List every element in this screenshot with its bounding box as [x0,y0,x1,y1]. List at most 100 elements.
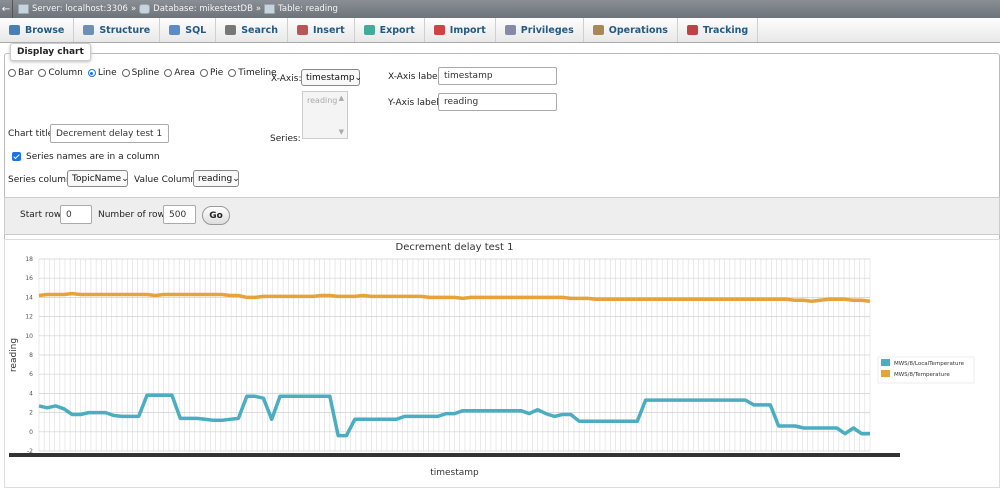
x-axis-label-input[interactable]: timestamp [438,67,557,85]
legend-swatch [881,370,890,377]
export-icon [363,25,375,35]
scroll-down-icon[interactable]: ▼ [339,128,344,136]
sql-icon [169,25,181,35]
tab-structure[interactable]: Structure [74,18,161,42]
tab-import[interactable]: Import [425,18,496,42]
radio-label-line[interactable]: Line [98,68,117,78]
value-column-select[interactable]: reading ⌄ [193,170,240,187]
x-axis-title: timestamp [430,468,479,478]
chevron-down-icon: ⌄ [121,173,129,184]
scroll-up-icon[interactable]: ▲ [339,94,344,102]
y-tick-label: 10 [25,333,33,340]
radio-spline[interactable] [121,69,130,77]
chevron-down-icon: ⌄ [354,72,363,83]
tab-label: Privileges [520,24,574,36]
tab-label: Operations [608,24,668,36]
tab-sql[interactable]: SQL [160,18,217,42]
x-axis-label: X-Axis: [271,74,302,84]
tab-bar: Browse Structure SQL Search Insert Export Impo… [0,18,1000,43]
browse-icon [9,25,20,35]
tracking-icon [686,25,698,35]
y-axis-label-field-label: Y-Axis label: [388,98,442,108]
tab-export[interactable]: Export [355,18,425,42]
number-of-rows-input[interactable]: 500 [163,205,196,224]
y-tick-label: 12 [25,314,33,321]
breadcrumb-database[interactable]: Database: mikestestDB [153,4,253,14]
server-icon [18,4,29,14]
tab-label: Browse [25,24,65,36]
y-tick-label: 18 [25,256,33,263]
chart-title-label: Chart title: [8,129,57,139]
series-label: Series: [270,134,301,144]
line-chart: -2024681012141618Decrement delay test 1t… [4,239,1000,488]
y-tick-label: 14 [25,294,33,301]
radio-label-pie[interactable]: Pie [210,68,223,78]
y-tick-label: 6 [29,371,33,378]
collapse-icon[interactable]: ← [0,0,13,18]
radio-label-column[interactable]: Column [48,68,82,78]
tab-label: Export [379,24,415,36]
x-axis-select-value: timestamp [306,72,355,83]
radio-line[interactable] [87,69,96,77]
radio-area[interactable] [164,69,173,77]
operations-icon [592,25,604,35]
breadcrumb-table[interactable]: Table: reading [278,4,338,14]
insert-icon [297,25,308,35]
y-tick-label: 2 [29,410,33,417]
tab-privileges[interactable]: Privileges [496,18,584,42]
x-tick-labels-band [9,453,900,457]
tab-browse[interactable]: Browse [0,18,75,42]
breadcrumb-bar: ← Server: localhost:3306 » Database: mik… [0,0,1000,18]
radio-bar[interactable] [8,69,16,77]
legend-label: MWS/8/Temperature [894,372,950,378]
tab-insert[interactable]: Insert [288,18,355,42]
radio-label-bar[interactable]: Bar [18,68,33,78]
series-in-column-checkbox[interactable] [12,152,21,161]
series-column-select[interactable]: TopicName ⌄ [67,170,129,187]
radio-column[interactable] [38,69,47,77]
series-column-value: TopicName [72,173,122,184]
y-tick-label: 0 [29,429,33,436]
y-axis-label-input[interactable]: reading [438,93,557,111]
chart-container: -2 0 2 4 6 8 10 12 14 16 18 Decrement delay test 1t… [4,239,1000,488]
import-icon [433,25,445,35]
chart-title-input[interactable]: Decrement delay test 1 [50,124,169,143]
radio-label-spline[interactable]: Spline [132,68,160,78]
chevron-down-icon: ⌄ [232,173,240,184]
go-button[interactable]: Go [202,206,230,225]
series-select[interactable]: reading ▲ ▼ [302,91,348,139]
privileges-icon [504,25,516,35]
chart-title: Decrement delay test 1 [396,242,514,253]
x-axis-label-field-label: X-Axis label: [388,72,444,82]
value-column-value: reading [198,173,233,184]
search-icon [225,25,237,35]
tab-operations[interactable]: Operations [584,18,678,42]
breadcrumb-server[interactable]: Server: localhost:3306 [32,4,128,14]
radio-label-area[interactable]: Area [174,68,195,78]
breadcrumb-separator: » [255,4,262,14]
display-chart-legend: Display chart [10,43,91,61]
tab-label: SQL [185,24,207,36]
start-row-input[interactable]: 0 [60,205,92,224]
y-tick-label: 4 [29,390,33,397]
radio-pie[interactable] [200,69,209,77]
legend-swatch [881,359,890,366]
y-axis-title: reading [9,338,19,372]
chart-frame [4,239,1000,488]
table-icon [264,4,276,14]
tab-tracking[interactable]: Tracking [678,18,759,42]
chart-type-radio-group: Bar Column Line Spline Area Pie Timeline [8,68,280,78]
tab-label: Insert [313,24,345,36]
legend-label: MWS/8/LocalTemperature [894,361,965,367]
tab-search[interactable]: Search [216,18,288,42]
x-axis-select[interactable]: timestamp ⌄ [301,69,363,86]
series-in-column-label: Series names are in a column [26,152,160,162]
y-tick-label: 8 [29,352,33,359]
tab-label: Structure [99,24,151,36]
database-icon [139,4,151,14]
number-of-rows-label: Number of rows: [98,210,173,220]
tab-label: Tracking [702,24,749,36]
tab-label: Search [241,24,278,36]
radio-timeline[interactable] [228,69,237,77]
y-tick-label: 16 [25,275,33,282]
